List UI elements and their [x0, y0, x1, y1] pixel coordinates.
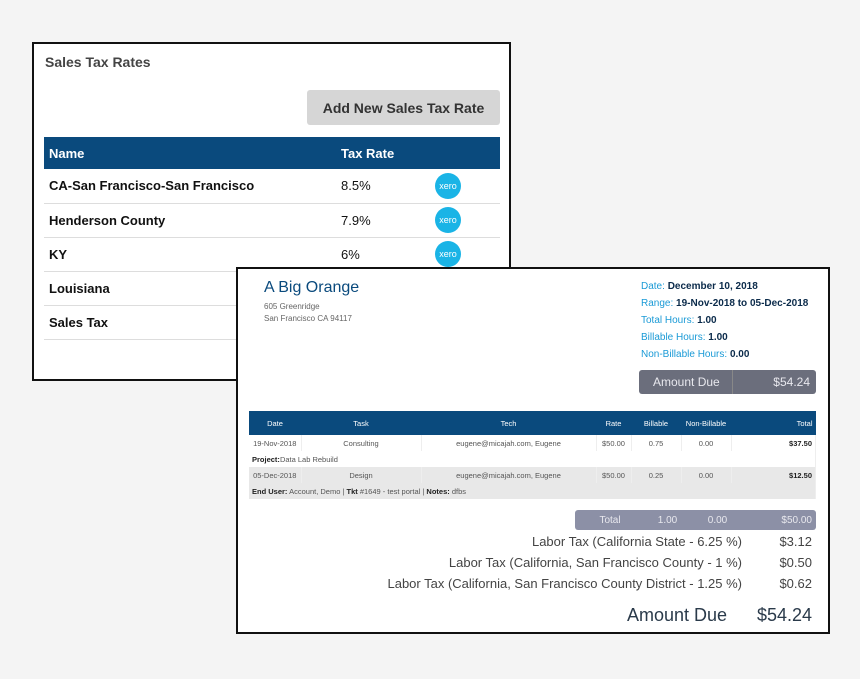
cell-billable: 0.75 [631, 435, 682, 451]
col-rate: Rate [596, 411, 631, 435]
cell-task: Design [301, 467, 422, 483]
final-value: $54.24 [756, 605, 812, 625]
ticket-value: #1649 - test portal | [357, 486, 427, 496]
invoice-table: Date Task Tech Rate Billable Non-Billabl… [249, 411, 816, 499]
tax-value: $0.50 [779, 555, 812, 570]
notes-value: dfbs [449, 486, 467, 496]
add-sales-tax-rate-button[interactable]: Add New Sales Tax Rate [307, 90, 500, 125]
panel-title: Sales Tax Rates [45, 54, 151, 70]
meta-label: Non-Billable Hours: [641, 349, 728, 360]
cell-name: CA-San Francisco-San Francisco [44, 169, 336, 204]
table-row[interactable]: CA-San Francisco-San Francisco 8.5% xero [44, 169, 500, 204]
end-user-label: End User: [252, 486, 288, 496]
meta-value: 1.00 [708, 332, 728, 343]
table-row[interactable]: KY 6% xero [44, 237, 500, 272]
tax-line: Labor Tax (California State - 6.25 %) $3.… [532, 534, 812, 549]
totals-bar: Total 1.00 0.00 $50.00 [575, 510, 816, 530]
col-name: Name [44, 137, 336, 169]
meta-label: Date: [641, 281, 665, 292]
final-amount-due: Amount Due $54.24 [627, 605, 812, 626]
col-task: Task [301, 411, 421, 435]
cell-tech: eugene@micajah.com, Eugene [421, 435, 597, 451]
tax-line: Labor Tax (California, San Francisco Cou… [387, 576, 812, 591]
tax-value: $3.12 [779, 534, 812, 549]
final-label: Amount Due [626, 605, 727, 625]
meta-label: Total Hours: [641, 315, 695, 326]
tax-label: Labor Tax (California State - 6.25 %) [531, 534, 742, 549]
xero-icon[interactable]: xero [435, 241, 461, 267]
totals-label: Total [599, 514, 621, 526]
cell-total: $37.50 [731, 435, 816, 451]
company-name: A Big Orange [264, 279, 360, 296]
row-note: End User: Account, Demo | Tkt #1649 - te… [249, 483, 816, 499]
address-line: 605 Greenridge [264, 302, 320, 311]
col-total: Total [731, 411, 816, 435]
tax-line: Labor Tax (California, San Francisco Cou… [449, 555, 812, 570]
cell-total: $12.50 [731, 467, 816, 483]
meta-item: Date: December 10, 2018 [641, 278, 808, 295]
tax-label: Labor Tax (California, San Francisco Cou… [387, 576, 742, 591]
col-date: Date [249, 411, 301, 435]
cell-date: 19-Nov-2018 [249, 435, 302, 451]
table-row: 05-Dec-2018 Design eugene@micajah.com, Eug… [249, 467, 816, 483]
col-billable: Billable [631, 411, 681, 435]
cell-rate: 7.9% [336, 203, 430, 238]
cell-rate: $50.00 [596, 467, 632, 483]
totals-billable: 1.00 [657, 514, 678, 526]
address-line: San Francisco CA 94117 [264, 314, 352, 323]
cell-rate: 6% [336, 237, 430, 272]
cell-name: Henderson County [44, 203, 336, 238]
end-user-value: Account, Demo | [287, 486, 347, 496]
cell-billable: 0.25 [631, 467, 682, 483]
meta-label: Billable Hours: [641, 332, 706, 343]
cell-date: 05-Dec-2018 [249, 467, 302, 483]
amount-due-label: Amount Due [639, 370, 733, 394]
table-row[interactable]: Henderson County 7.9% xero [44, 203, 500, 238]
cell-name: KY [44, 237, 336, 272]
cell-task: Consulting [301, 435, 422, 451]
cell-non-billable: 0.00 [681, 467, 732, 483]
invoice-meta: Date: December 10, 2018 Range: 19-Nov-201… [641, 278, 808, 363]
meta-label: Range: [641, 298, 674, 309]
ticket-label: Tkt [346, 486, 358, 496]
meta-value: 0.00 [729, 349, 750, 360]
col-tax-rate: Tax Rate [336, 137, 430, 169]
cell-tech: eugene@micajah.com, Eugene [421, 467, 597, 483]
meta-item: Range: 19-Nov-2018 to 05-Dec-2018 [641, 295, 808, 312]
meta-item: Non-Billable Hours: 0.00 [641, 346, 808, 363]
amount-due-value: $54.24 [773, 375, 810, 389]
amount-due-box: Amount Due $54.24 [639, 370, 816, 394]
totals-non-billable: 0.00 [707, 514, 728, 526]
col-non-billable: Non-Billable [681, 411, 731, 435]
notes-label: Notes: [426, 486, 450, 496]
cell-non-billable: 0.00 [681, 435, 732, 451]
project-value: Data Lab Rebuild [279, 454, 338, 464]
xero-icon[interactable]: xero [435, 207, 461, 233]
tax-label: Labor Tax (California, San Francisco Cou… [448, 555, 742, 570]
project-label: Project: [252, 454, 280, 464]
meta-value: 1.00 [697, 315, 717, 326]
company-address: 605 Greenridge San Francisco CA 94117 [264, 301, 352, 325]
invoice-panel: A Big Orange 605 Greenridge San Francisco… [236, 267, 830, 634]
totals-total: $50.00 [781, 514, 812, 526]
cell-rate: $50.00 [596, 435, 632, 451]
col-tech: Tech [421, 411, 596, 435]
meta-item: Total Hours: 1.00 [641, 312, 808, 329]
meta-value: 19-Nov-2018 to 05-Dec-2018 [676, 298, 809, 309]
xero-icon[interactable]: xero [435, 172, 461, 199]
row-note: Project:Data Lab Rebuild [249, 451, 816, 467]
cell-rate: 8.5% [336, 169, 430, 204]
meta-value: December 10, 2018 [667, 281, 758, 292]
tax-value: $0.62 [779, 576, 812, 591]
meta-item: Billable Hours: 1.00 [641, 329, 808, 346]
table-row: 19-Nov-2018 Consulting eugene@micajah.com,… [249, 435, 816, 451]
